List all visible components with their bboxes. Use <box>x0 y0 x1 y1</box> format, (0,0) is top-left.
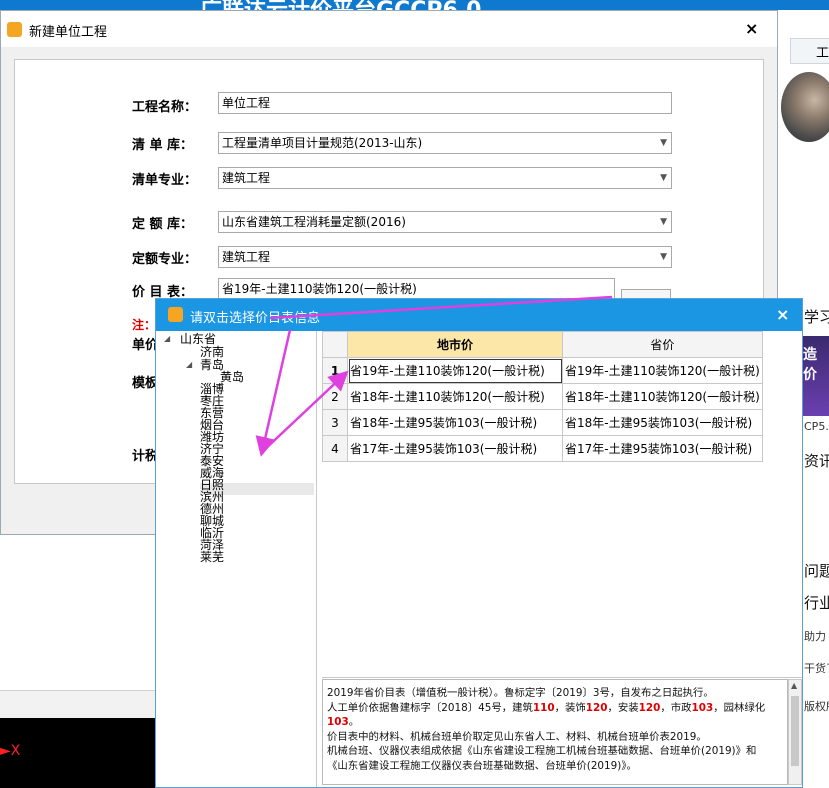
arrow-line <box>269 295 613 320</box>
annotation-arrows <box>255 295 613 457</box>
arrow-to-tree-icon <box>255 329 292 457</box>
arrow-to-row-icon <box>261 370 349 453</box>
